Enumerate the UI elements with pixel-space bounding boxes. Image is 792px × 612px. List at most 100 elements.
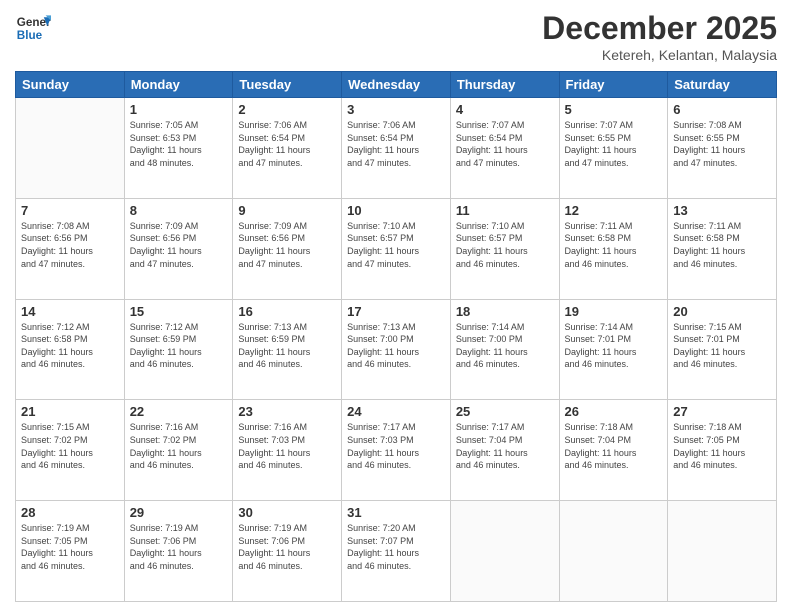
day-number: 18 [456,304,554,319]
table-row: 7 Sunrise: 7:08 AM Sunset: 6:56 PM Daylig… [16,198,125,299]
day-info: Sunrise: 7:08 AM Sunset: 6:55 PM Dayligh… [673,119,771,169]
table-row [16,98,125,199]
day-info: Sunrise: 7:16 AM Sunset: 7:02 PM Dayligh… [130,421,228,471]
table-row: 28Sunrise: 7:19 AM Sunset: 7:05 PM Dayli… [16,501,125,602]
table-row: 8 Sunrise: 7:09 AM Sunset: 6:56 PM Daylig… [124,198,233,299]
day-info: Sunrise: 7:11 AM Sunset: 6:58 PM Dayligh… [673,220,771,270]
table-row: 25 Sunrise: 7:17 AM Sunset: 7:04 PM Dayli… [450,400,559,501]
day-number: 8 [130,203,228,218]
table-row: 26 Sunrise: 7:18 AM Sunset: 7:04 PM Dayli… [559,400,668,501]
table-row: 9 Sunrise: 7:09 AM Sunset: 6:56 PM Daylig… [233,198,342,299]
day-number: 20 [673,304,771,319]
day-number: 25 [456,404,554,419]
day-number: 17 [347,304,445,319]
week-row-3: 14 Sunrise: 7:12 AM Sunset: 6:58 PM Dayli… [16,299,777,400]
table-row: 2 Sunrise: 7:06 AM Sunset: 6:54 PM Daylig… [233,98,342,199]
week-row-5: 28Sunrise: 7:19 AM Sunset: 7:05 PM Dayli… [16,501,777,602]
table-row: 19 Sunrise: 7:14 AM Sunset: 7:01 PM Dayli… [559,299,668,400]
calendar-table: Sunday Monday Tuesday Wednesday Thursday… [15,71,777,602]
table-row: 17Sunrise: 7:13 AM Sunset: 7:00 PM Dayli… [342,299,451,400]
day-number: 9 [238,203,336,218]
day-info: Sunrise: 7:12 AM Sunset: 6:58 PM Dayligh… [21,321,119,371]
week-row-4: 21 Sunrise: 7:15 AM Sunset: 7:02 PM Dayli… [16,400,777,501]
day-number: 22 [130,404,228,419]
day-info: Sunrise: 7:14 AM Sunset: 7:01 PM Dayligh… [565,321,663,371]
table-row: 6 Sunrise: 7:08 AM Sunset: 6:55 PM Daylig… [668,98,777,199]
day-info: Sunrise: 7:10 AM Sunset: 6:57 PM Dayligh… [347,220,445,270]
table-row: 20 Sunrise: 7:15 AM Sunset: 7:01 PM Dayli… [668,299,777,400]
day-number: 27 [673,404,771,419]
day-number: 24 [347,404,445,419]
header-friday: Friday [559,72,668,98]
day-number: 28 [21,505,119,520]
day-info: Sunrise: 7:07 AM Sunset: 6:54 PM Dayligh… [456,119,554,169]
table-row: 14 Sunrise: 7:12 AM Sunset: 6:58 PM Dayli… [16,299,125,400]
day-info: Sunrise: 7:09 AM Sunset: 6:56 PM Dayligh… [130,220,228,270]
day-number: 19 [565,304,663,319]
day-number: 6 [673,102,771,117]
day-info: Sunrise: 7:17 AM Sunset: 7:04 PM Dayligh… [456,421,554,471]
day-number: 30 [238,505,336,520]
day-info: Sunrise: 7:08 AM Sunset: 6:56 PM Dayligh… [21,220,119,270]
header-thursday: Thursday [450,72,559,98]
day-number: 14 [21,304,119,319]
day-info: Sunrise: 7:20 AM Sunset: 7:07 PM Dayligh… [347,522,445,572]
day-info: Sunrise: 7:06 AM Sunset: 6:54 PM Dayligh… [238,119,336,169]
subtitle: Ketereh, Kelantan, Malaysia [542,47,777,63]
day-number: 31 [347,505,445,520]
table-row: 31 Sunrise: 7:20 AM Sunset: 7:07 PM Dayli… [342,501,451,602]
header-monday: Monday [124,72,233,98]
table-row [668,501,777,602]
table-row: 3Sunrise: 7:06 AM Sunset: 6:54 PM Daylig… [342,98,451,199]
day-number: 15 [130,304,228,319]
day-number: 21 [21,404,119,419]
header-saturday: Saturday [668,72,777,98]
day-info: Sunrise: 7:13 AM Sunset: 6:59 PM Dayligh… [238,321,336,371]
page: General Blue December 2025 Ketereh, Kela… [0,0,792,612]
day-info: Sunrise: 7:05 AM Sunset: 6:53 PM Dayligh… [130,119,228,169]
table-row: 22 Sunrise: 7:16 AM Sunset: 7:02 PM Dayli… [124,400,233,501]
table-row: 18 Sunrise: 7:14 AM Sunset: 7:00 PM Dayli… [450,299,559,400]
day-info: Sunrise: 7:15 AM Sunset: 7:02 PM Dayligh… [21,421,119,471]
day-info: Sunrise: 7:16 AM Sunset: 7:03 PM Dayligh… [238,421,336,471]
table-row: 4 Sunrise: 7:07 AM Sunset: 6:54 PM Daylig… [450,98,559,199]
day-number: 12 [565,203,663,218]
table-row [559,501,668,602]
header: General Blue December 2025 Ketereh, Kela… [15,10,777,63]
day-number: 29 [130,505,228,520]
table-row: 13 Sunrise: 7:11 AM Sunset: 6:58 PM Dayli… [668,198,777,299]
table-row: 23Sunrise: 7:16 AM Sunset: 7:03 PM Dayli… [233,400,342,501]
day-number: 10 [347,203,445,218]
day-info: Sunrise: 7:18 AM Sunset: 7:04 PM Dayligh… [565,421,663,471]
calendar-header-row: Sunday Monday Tuesday Wednesday Thursday… [16,72,777,98]
day-info: Sunrise: 7:09 AM Sunset: 6:56 PM Dayligh… [238,220,336,270]
table-row: 10 Sunrise: 7:10 AM Sunset: 6:57 PM Dayli… [342,198,451,299]
day-info: Sunrise: 7:07 AM Sunset: 6:55 PM Dayligh… [565,119,663,169]
day-number: 11 [456,203,554,218]
svg-text:Blue: Blue [17,29,43,42]
table-row: 30Sunrise: 7:19 AM Sunset: 7:06 PM Dayli… [233,501,342,602]
day-info: Sunrise: 7:11 AM Sunset: 6:58 PM Dayligh… [565,220,663,270]
day-info: Sunrise: 7:12 AM Sunset: 6:59 PM Dayligh… [130,321,228,371]
day-number: 4 [456,102,554,117]
table-row: 12 Sunrise: 7:11 AM Sunset: 6:58 PM Dayli… [559,198,668,299]
day-info: Sunrise: 7:18 AM Sunset: 7:05 PM Dayligh… [673,421,771,471]
day-info: Sunrise: 7:15 AM Sunset: 7:01 PM Dayligh… [673,321,771,371]
week-row-2: 7 Sunrise: 7:08 AM Sunset: 6:56 PM Daylig… [16,198,777,299]
day-number: 2 [238,102,336,117]
table-row: 21 Sunrise: 7:15 AM Sunset: 7:02 PM Dayli… [16,400,125,501]
day-number: 26 [565,404,663,419]
day-info: Sunrise: 7:10 AM Sunset: 6:57 PM Dayligh… [456,220,554,270]
day-info: Sunrise: 7:14 AM Sunset: 7:00 PM Dayligh… [456,321,554,371]
header-tuesday: Tuesday [233,72,342,98]
day-info: Sunrise: 7:19 AM Sunset: 7:06 PM Dayligh… [130,522,228,572]
day-info: Sunrise: 7:17 AM Sunset: 7:03 PM Dayligh… [347,421,445,471]
table-row: 29 Sunrise: 7:19 AM Sunset: 7:06 PM Dayli… [124,501,233,602]
day-number: 13 [673,203,771,218]
table-row: 1Sunrise: 7:05 AM Sunset: 6:53 PM Daylig… [124,98,233,199]
day-info: Sunrise: 7:06 AM Sunset: 6:54 PM Dayligh… [347,119,445,169]
day-number: 7 [21,203,119,218]
day-number: 16 [238,304,336,319]
table-row [450,501,559,602]
table-row: 15 Sunrise: 7:12 AM Sunset: 6:59 PM Dayli… [124,299,233,400]
